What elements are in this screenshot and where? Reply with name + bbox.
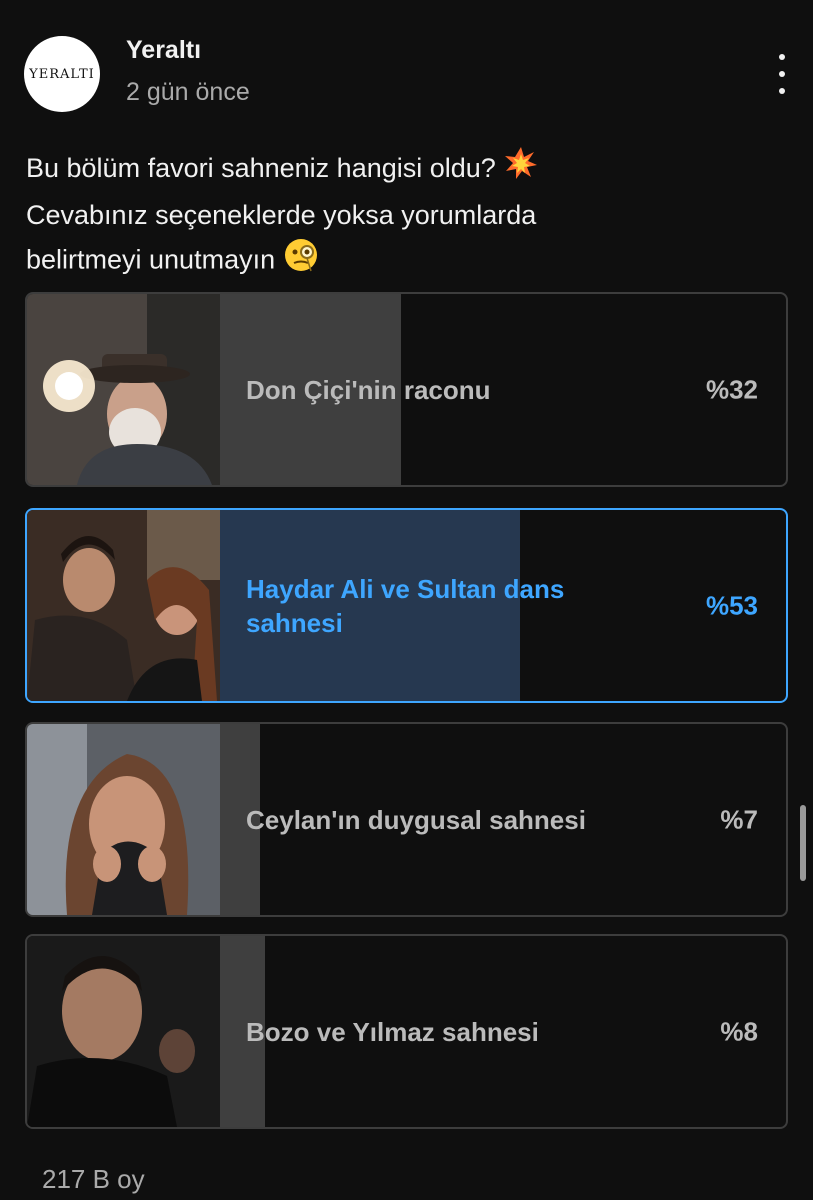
man-portrait-thumbnail <box>27 936 220 1127</box>
option-bar-area: Bozo ve Yılmaz sahnesi %8 <box>220 936 786 1127</box>
option-label: Haydar Ali ve Sultan dans sahnesi <box>246 573 565 638</box>
post-text-line-3: belirtmeyi unutmayın <box>26 237 766 286</box>
option-percent: %8 <box>720 1016 758 1046</box>
option-percent: %7 <box>720 804 758 834</box>
monocle-face-emoji <box>283 237 319 286</box>
poll-option[interactable]: Haydar Ali ve Sultan dans sahnesi %53 <box>25 508 788 703</box>
poll-option[interactable]: Don Çiçi'nin raconu %32 <box>25 292 788 487</box>
scrollbar[interactable] <box>800 805 806 881</box>
option-label: Bozo ve Yılmaz sahnesi <box>246 1016 539 1047</box>
option-bar-area: Haydar Ali ve Sultan dans sahnesi %53 <box>220 510 786 701</box>
post-header: YERALTI Yeraltı 2 gün önce <box>24 34 794 114</box>
option-label: Don Çiçi'nin raconu <box>246 374 491 405</box>
option-bar-area: Don Çiçi'nin raconu %32 <box>220 294 786 485</box>
post-timestamp: 2 gün önce <box>126 78 250 106</box>
option-bar-area: Ceylan'ın duygusal sahnesi %7 <box>220 724 786 915</box>
channel-name[interactable]: Yeraltı <box>126 36 201 65</box>
more-options-icon[interactable] <box>770 54 794 94</box>
collision-emoji <box>504 146 538 193</box>
option-percent: %32 <box>705 374 758 404</box>
avatar-logo-text: YERALTI <box>29 66 95 82</box>
post-text-line-1: Bu bölüm favori sahneniz hangisi oldu? <box>26 146 766 193</box>
channel-avatar[interactable]: YERALTI <box>24 36 100 112</box>
couple-dancing-thumbnail <box>27 510 220 701</box>
vote-count: 217 B oy <box>42 1164 145 1194</box>
woman-crying-thumbnail <box>27 724 220 915</box>
man-with-hat-firing-gun-thumbnail <box>27 294 220 485</box>
option-percent: %53 <box>705 590 758 620</box>
option-label: Ceylan'ın duygusal sahnesi <box>246 804 586 835</box>
poll-option[interactable]: Bozo ve Yılmaz sahnesi %8 <box>25 934 788 1129</box>
post-text-line-2: Cevabınız seçeneklerde yoksa yorumlarda <box>26 200 537 231</box>
post-text: Bu bölüm favori sahneniz hangisi oldu? C… <box>26 146 766 286</box>
poll-option[interactable]: Ceylan'ın duygusal sahnesi %7 <box>25 722 788 917</box>
